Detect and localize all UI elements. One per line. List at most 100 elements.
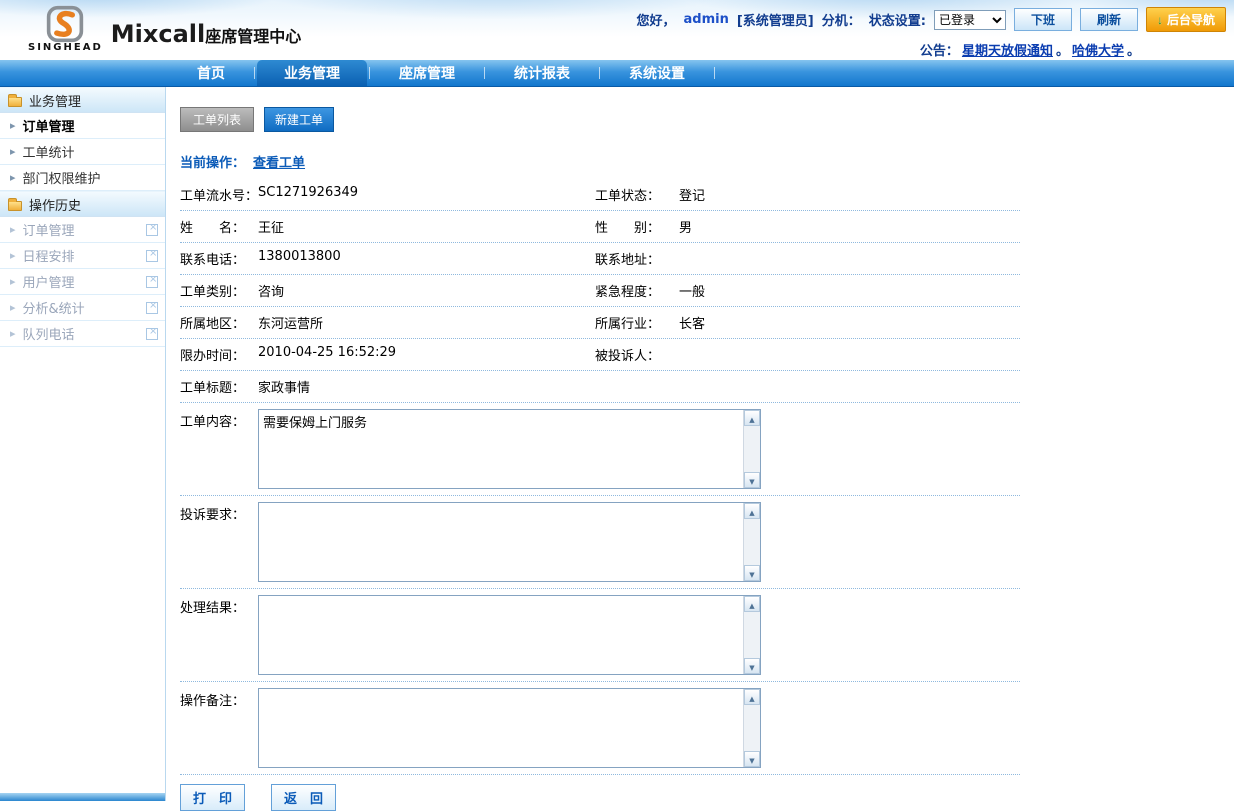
scrollbar[interactable] — [743, 596, 760, 674]
user-role: [系统管理员] — [737, 10, 814, 29]
ticket-serial-value: SC1271926349 — [258, 185, 358, 204]
down-arrow-icon — [1157, 13, 1163, 27]
sidebar-item-dept-permission[interactable]: 部门权限维护 — [0, 165, 165, 191]
textarea-value — [259, 596, 760, 600]
view-ticket-link[interactable]: 查看工单 — [253, 156, 305, 171]
extension-label: 分机： — [822, 10, 861, 29]
sidebar-item-user-mgmt[interactable]: 用户管理 — [0, 269, 165, 295]
ticket-type-value: 咨询 — [258, 281, 284, 300]
sidebar-section-history[interactable]: 操作历史 — [0, 191, 165, 217]
scrollbar[interactable] — [743, 503, 760, 581]
arrow-icon — [10, 326, 16, 341]
panel-close-icon[interactable] — [146, 276, 158, 288]
textarea-row: 操作备注： — [180, 682, 1020, 775]
ticket-status-value: 登记 — [679, 185, 705, 204]
app-name: Mixcall — [111, 20, 205, 48]
app-title: Mixcall座席管理中心 — [111, 20, 301, 53]
scroll-down-icon[interactable] — [744, 565, 760, 581]
tab-business-mgmt[interactable]: 业务管理 — [257, 60, 367, 86]
sidebar-item-order-mgmt[interactable]: 订单管理 — [0, 113, 165, 139]
notice-link-harvard[interactable]: 哈佛大学 — [1072, 40, 1124, 59]
sidebar-section-business[interactable]: 业务管理 — [0, 87, 165, 113]
sidebar-item-label: 部门权限维护 — [23, 168, 101, 187]
sidebar-item-label: 工单统计 — [23, 142, 75, 161]
sidebar-item-schedule[interactable]: 日程安排 — [0, 243, 165, 269]
panel-close-icon[interactable] — [146, 224, 158, 236]
greeting-text: 您好， — [636, 10, 675, 29]
sidebar-item-label: 日程安排 — [23, 246, 75, 265]
status-select[interactable]: 已登录 — [934, 10, 1006, 30]
backend-nav-button[interactable]: 后台导航 — [1146, 7, 1226, 32]
field-label: 工单内容： — [180, 409, 258, 489]
form-footer: 打 印 返 回 — [180, 784, 1020, 811]
field-label: 工单流水号： — [180, 185, 258, 204]
arrow-icon — [10, 222, 16, 237]
off-work-button[interactable]: 下班 — [1014, 8, 1072, 31]
tab-report[interactable]: 统计报表 — [487, 60, 597, 86]
panel-close-icon[interactable] — [146, 250, 158, 262]
arrow-icon — [10, 170, 16, 185]
scrollbar[interactable] — [743, 689, 760, 767]
field-label: 姓 名： — [180, 217, 258, 236]
textarea-row: 工单内容： 需要保姆上门服务 — [180, 403, 1020, 496]
scroll-up-icon[interactable] — [744, 596, 760, 612]
new-ticket-button[interactable]: 新建工单 — [264, 107, 334, 132]
notice-label: 公告： — [920, 40, 959, 59]
scroll-up-icon[interactable] — [744, 689, 760, 705]
user-bar: 您好， admin [系统管理员] 分机： 状态设置: 已登录 下班 刷新 后台… — [636, 7, 1226, 59]
refresh-button[interactable]: 刷新 — [1080, 8, 1138, 31]
notice-link-holiday[interactable]: 星期天放假通知 — [962, 40, 1053, 59]
name-value: 王征 — [258, 217, 284, 236]
scroll-down-icon[interactable] — [744, 658, 760, 674]
tab-home[interactable]: 首页 — [170, 60, 252, 86]
notice-dot2: 。 — [1127, 40, 1140, 59]
sidebar: 业务管理 订单管理 工单统计 部门权限维护 操作历史 订单管理 日程安排 — [0, 87, 166, 801]
sidebar-item-ticket-stats[interactable]: 工单统计 — [0, 139, 165, 165]
arrow-icon — [10, 144, 16, 159]
form-row: 工单流水号：SC1271926349 工单状态：登记 — [180, 179, 1020, 211]
sidebar-item-label: 订单管理 — [23, 220, 75, 239]
current-operation-label: 当前操作： — [180, 156, 245, 171]
complaint-request-textarea[interactable] — [258, 502, 761, 582]
form-row: 工单标题：家政事情 — [180, 371, 1020, 403]
print-button[interactable]: 打 印 — [180, 784, 245, 811]
urgency-value: 一般 — [679, 281, 705, 300]
nav-divider — [714, 67, 715, 79]
field-label: 所属行业： — [595, 313, 679, 332]
arrow-icon — [10, 118, 16, 133]
nav-divider — [599, 67, 600, 79]
panel-close-icon[interactable] — [146, 328, 158, 340]
deadline-value: 2010-04-25 16:52:29 — [258, 345, 396, 364]
scrollbar[interactable] — [743, 410, 760, 488]
logo-block: SINGHEAD — [28, 4, 103, 53]
main-panel: 工单列表 新建工单 当前操作： 查看工单 工单流水号：SC1271926349 工… — [166, 87, 1234, 801]
arrow-icon — [10, 274, 16, 289]
scroll-up-icon[interactable] — [744, 503, 760, 519]
textarea-value — [259, 689, 760, 693]
field-label: 工单类别： — [180, 281, 258, 300]
breadcrumb: 当前操作： 查看工单 — [180, 152, 1234, 171]
scroll-up-icon[interactable] — [744, 410, 760, 426]
content-area: 业务管理 订单管理 工单统计 部门权限维护 操作历史 订单管理 日程安排 — [0, 87, 1234, 801]
handle-result-textarea[interactable] — [258, 595, 761, 675]
panel-close-icon[interactable] — [146, 302, 158, 314]
field-label: 工单状态： — [595, 185, 679, 204]
sidebar-item-order-mgmt-history[interactable]: 订单管理 — [0, 217, 165, 243]
nav-divider — [484, 67, 485, 79]
ticket-content-textarea[interactable]: 需要保姆上门服务 — [258, 409, 761, 489]
tab-seat-mgmt[interactable]: 座席管理 — [372, 60, 482, 86]
ticket-list-button[interactable]: 工单列表 — [180, 107, 254, 132]
tab-system-settings[interactable]: 系统设置 — [602, 60, 712, 86]
sidebar-item-analysis-stats[interactable]: 分析&统计 — [0, 295, 165, 321]
sidebar-item-label: 订单管理 — [23, 116, 75, 135]
field-label: 限办时间： — [180, 345, 258, 364]
sidebar-section-title: 业务管理 — [29, 91, 81, 110]
ticket-title-value: 家政事情 — [258, 377, 310, 396]
sidebar-item-queue-calls[interactable]: 队列电话 — [0, 321, 165, 347]
scroll-down-icon[interactable] — [744, 751, 760, 767]
scroll-down-icon[interactable] — [744, 472, 760, 488]
username: admin — [684, 12, 729, 27]
back-button[interactable]: 返 回 — [271, 784, 336, 811]
toolbar: 工单列表 新建工单 — [180, 107, 1234, 132]
operation-note-textarea[interactable] — [258, 688, 761, 768]
